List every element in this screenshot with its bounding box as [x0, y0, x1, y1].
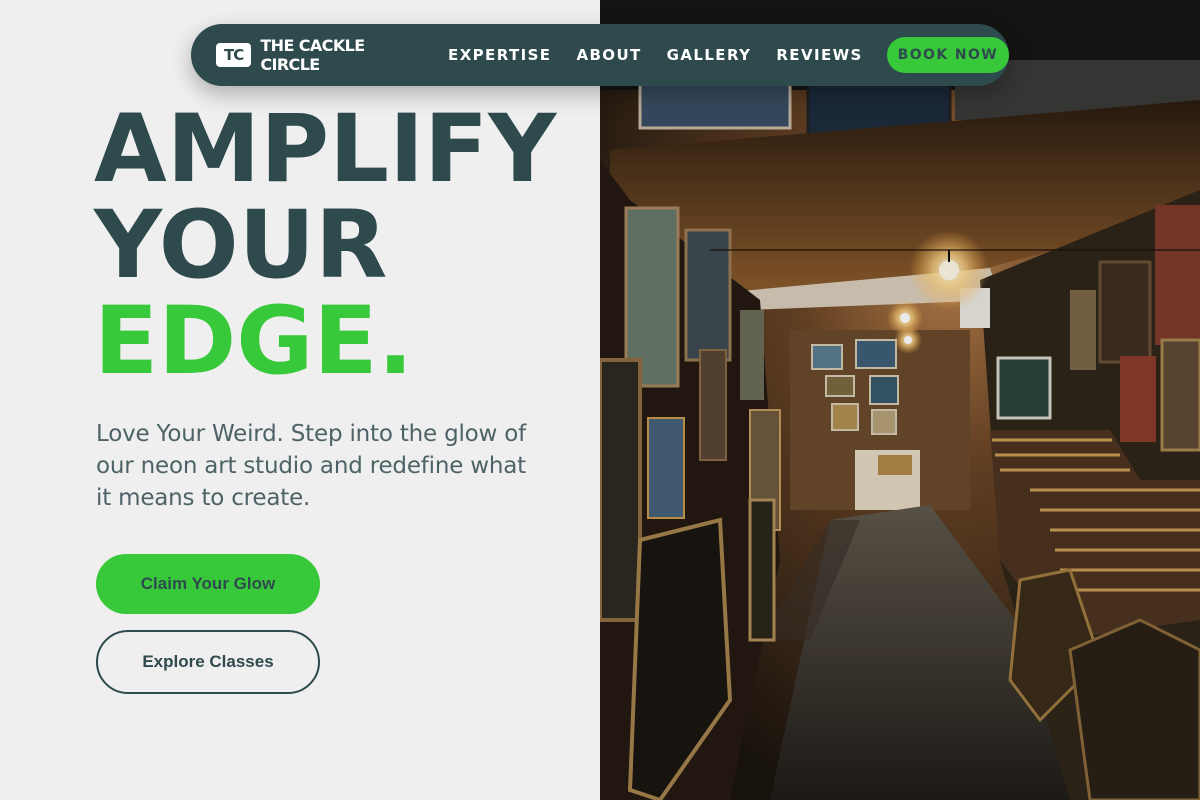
hero-headline: AMPLIFY YOUR EDGE. — [94, 102, 556, 390]
top-navigation-bar: TC THE CACKLE CIRCLE EXPERTISE ABOUT GAL… — [191, 24, 1009, 86]
headline-line-2: YOUR — [94, 191, 388, 300]
headline-line-1: AMPLIFY — [94, 95, 557, 204]
brand-logo[interactable]: TC THE CACKLE CIRCLE — [216, 36, 417, 74]
nav-link-expertise[interactable]: EXPERTISE — [448, 46, 551, 64]
hero-tagline: Love Your Weird. Step into the glow of o… — [96, 421, 527, 511]
headline-line-3-accent: EDGE. — [94, 287, 414, 396]
brand-name: THE CACKLE CIRCLE — [260, 36, 365, 74]
nav-link-about[interactable]: ABOUT — [576, 46, 641, 64]
claim-your-glow-button[interactable]: Claim Your Glow — [96, 554, 320, 614]
logo-mark: TC — [216, 43, 252, 67]
book-now-button[interactable]: BOOK NOW — [886, 37, 1009, 73]
nav-link-gallery[interactable]: GALLERY — [667, 46, 752, 64]
nav-link-reviews[interactable]: REVIEWS — [776, 46, 862, 64]
art-gallery-corridor-photo — [600, 0, 1200, 800]
explore-classes-button[interactable]: Explore Classes — [96, 630, 320, 694]
